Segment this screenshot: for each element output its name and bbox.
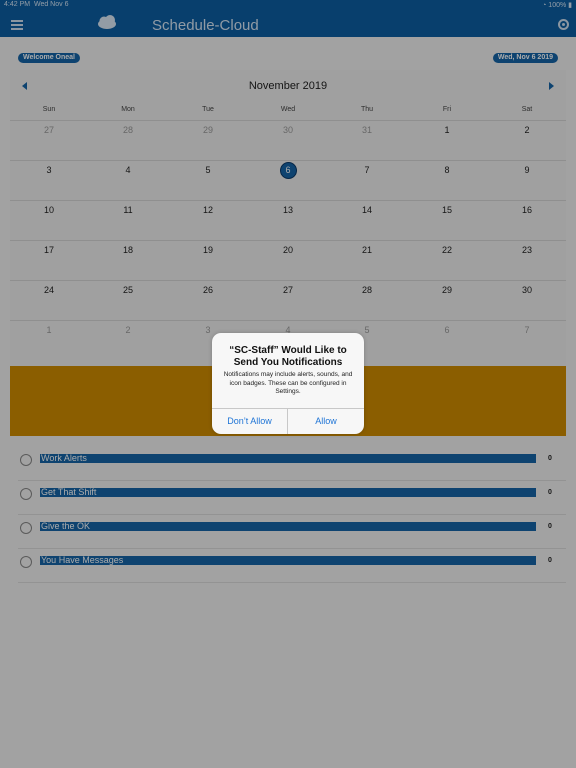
- allow-button[interactable]: Allow: [288, 409, 364, 434]
- notification-permission-dialog: “SC-Staff” Would Like to Send You Notifi…: [212, 333, 364, 434]
- dialog-message: Notifications may include alerts, sounds…: [223, 371, 353, 395]
- dont-allow-button[interactable]: Don’t Allow: [212, 409, 288, 434]
- dialog-title: “SC-Staff” Would Like to Send You Notifi…: [229, 345, 347, 368]
